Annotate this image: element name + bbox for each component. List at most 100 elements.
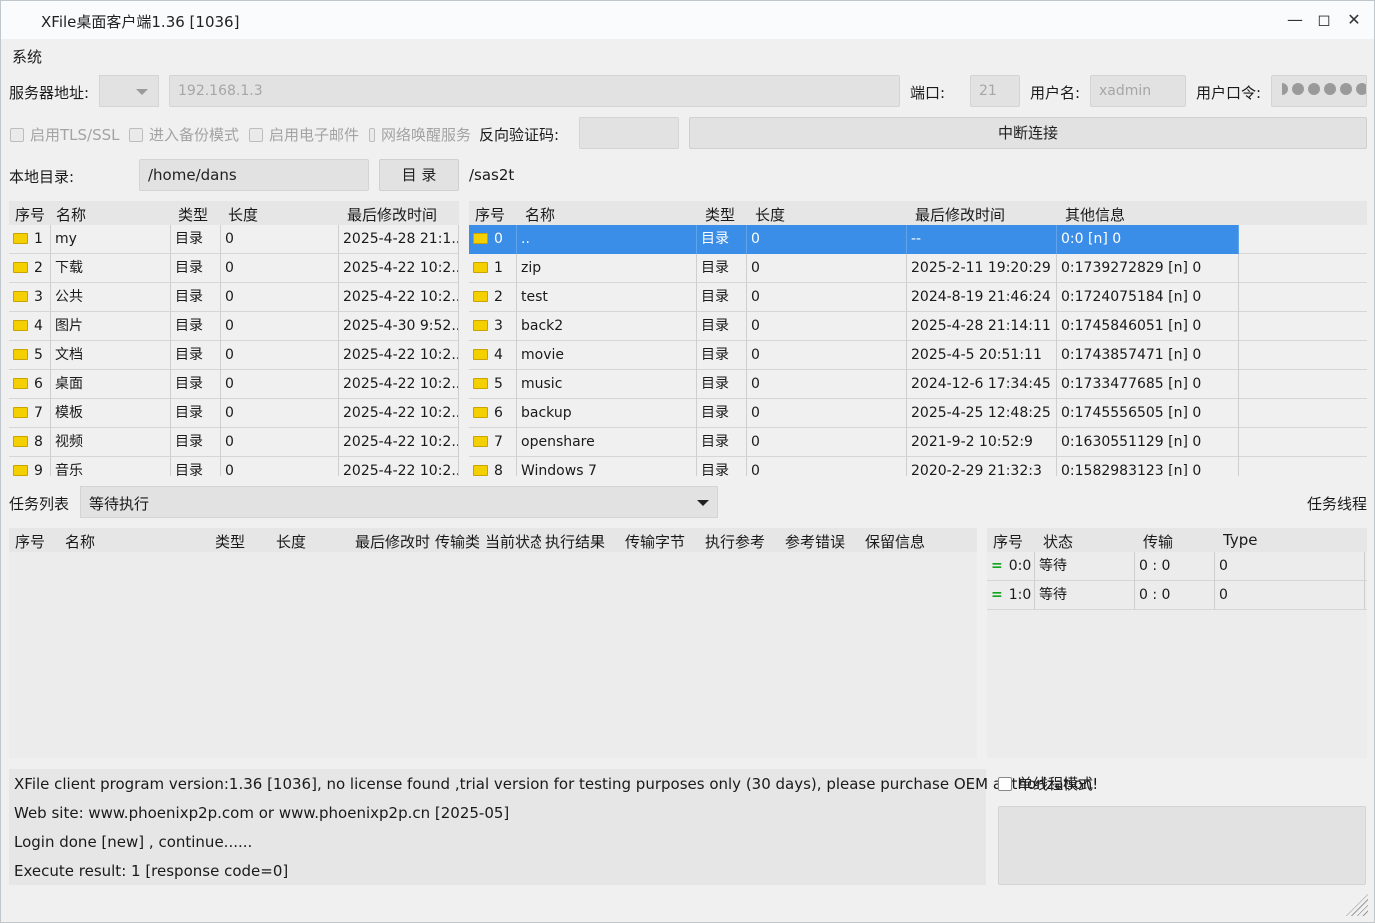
single-thread-checkbox[interactable]: 单线程模式 [998, 773, 1093, 794]
username-input[interactable]: xadmin [1090, 75, 1186, 107]
column-header[interactable]: 类型 [178, 204, 208, 225]
local-file-row[interactable]: 4 图片 目录 0 2025-4-30 9:52... [9, 312, 459, 341]
column-header[interactable]: 当前状态 [485, 531, 541, 552]
notes-textarea[interactable] [998, 806, 1366, 885]
checkbox-box [998, 776, 1012, 791]
port-input[interactable]: 21 [970, 75, 1020, 107]
cell-text: 0 [225, 260, 234, 276]
column-header[interactable]: 传输字节 [625, 531, 685, 552]
remote-file-row[interactable]: 5 music 目录 0 2024-12-6 17:34:45 0:1733477685 … [469, 370, 1367, 399]
cell-text: 0 [225, 289, 234, 305]
table-cell: 4 [469, 341, 517, 370]
local-dir-input[interactable]: /home/dans [139, 159, 369, 191]
table-cell: = 0:0 [987, 552, 1035, 581]
column-header[interactable]: 长度 [276, 531, 306, 552]
column-header[interactable]: 参考错误 [785, 531, 845, 552]
cell-text: 2025-4-22 10:2... [343, 405, 459, 421]
thread-row[interactable]: = 1:0 等待 0 : 0 0 [987, 581, 1367, 610]
resize-grip-icon[interactable] [1346, 894, 1368, 916]
threads-table[interactable]: 序号 状态 传输 Type = 0:0 等待 0 : 0 0 = 1:0 等待 0 : 0 0 [987, 528, 1367, 758]
tls-checkbox[interactable]: 启用TLS/SSL [10, 124, 120, 145]
local-file-row[interactable]: 7 模板 目录 0 2025-4-22 10:2... [9, 399, 459, 428]
directory-button[interactable]: 目 录 [379, 159, 459, 191]
local-file-row[interactable]: 3 公共 目录 0 2025-4-22 10:2... [9, 283, 459, 312]
remote-file-row[interactable]: 2 test 目录 0 2024-8-19 21:46:24 0:1724075184 [… [469, 283, 1367, 312]
remote-file-row[interactable]: 0.. 目录 0 -- 0:0 [n] 0 [469, 225, 1367, 254]
cell-text: test [521, 289, 548, 305]
column-header[interactable]: 保留信息 [865, 531, 925, 552]
remote-file-row[interactable]: 4 movie 目录 0 2025-4-5 20:51:11 0:1743857471 [… [469, 341, 1367, 370]
column-header[interactable]: 长度 [755, 204, 785, 225]
remote-file-table[interactable]: 序号 名称 类型 长度 最后修改时间 其他信息 0.. 目录 0 -- 0:0 [n] … [469, 201, 1367, 476]
wake-on-lan-checkbox[interactable]: 网络唤醒服务 [369, 124, 471, 145]
local-file-row[interactable]: 5 文档 目录 0 2025-4-22 10:2... [9, 341, 459, 370]
column-header[interactable]: 序号 [993, 531, 1023, 552]
table-cell: 0 [221, 254, 339, 283]
local-file-row[interactable]: 6 桌面 目录 0 2025-4-22 10:2... [9, 370, 459, 399]
disconnect-button[interactable]: 中断连接 [689, 117, 1367, 149]
checkbox-box [249, 127, 263, 142]
column-header[interactable]: Type [1223, 531, 1257, 549]
local-file-row[interactable]: 8 视频 目录 0 2025-4-22 10:2... [9, 428, 459, 457]
column-header[interactable]: 名称 [56, 204, 86, 225]
cell-text: 3 [34, 289, 43, 305]
column-header[interactable]: 传输类 [435, 531, 483, 552]
cell-text: 0 [751, 347, 760, 363]
column-header[interactable]: 类型 [215, 531, 245, 552]
server-address-input[interactable]: 192.168.1.3 [169, 75, 900, 107]
table-cell: music [517, 370, 697, 399]
table-cell: 2025-4-22 10:2... [339, 457, 459, 476]
column-header[interactable]: 序号 [475, 204, 505, 225]
column-header[interactable]: 最后修改时间 [915, 204, 1005, 225]
menu-system[interactable]: 系统 [12, 46, 42, 67]
backup-mode-checkbox[interactable]: 进入备份模式 [129, 124, 239, 145]
local-file-row[interactable]: 9 音乐 目录 0 2025-4-22 10:2... [9, 457, 459, 476]
local-file-table[interactable]: 序号 名称 类型 长度 最后修改时间 1 my 目录 0 2025-4-28 21:1.… [9, 201, 459, 476]
email-checkbox[interactable]: 启用电子邮件 [249, 124, 359, 145]
column-header[interactable]: 长度 [228, 204, 258, 225]
checkbox-box [369, 127, 375, 142]
password-input[interactable] [1271, 75, 1367, 107]
remote-file-row[interactable]: 8 Windows 7 目录 0 2020-2-29 21:32:3 0:15829831… [469, 457, 1367, 476]
table-cell: 0 [221, 283, 339, 312]
column-header[interactable]: 状态 [1043, 531, 1073, 552]
cell-text: 0:1733477685 [n] 0 [1061, 376, 1202, 392]
task-filter-dropdown[interactable]: 等待执行 [80, 486, 718, 518]
column-header[interactable]: 执行结果 [545, 531, 605, 552]
column-header[interactable]: 序号 [15, 531, 45, 552]
reverse-code-input[interactable] [579, 117, 679, 149]
column-header[interactable]: 名称 [525, 204, 555, 225]
column-header[interactable]: 类型 [705, 204, 735, 225]
column-header[interactable]: 其他信息 [1065, 204, 1125, 225]
minimize-icon[interactable]: — [1284, 9, 1306, 31]
menu-bar: 系统 [1, 41, 1374, 69]
remote-file-row[interactable]: 6 backup 目录 0 2025-4-25 12:48:25 0:1745556505… [469, 399, 1367, 428]
maximize-icon[interactable]: ◻ [1313, 9, 1335, 31]
table-cell: 模板 [51, 399, 171, 428]
remote-file-row[interactable]: 1 zip 目录 0 2025-2-11 19:20:29 0:1739272829 [n… [469, 254, 1367, 283]
column-header[interactable]: 序号 [15, 204, 45, 225]
table-cell: 0 : 0 [1135, 552, 1215, 581]
column-header[interactable]: 名称 [65, 531, 95, 552]
table-cell: 0 [747, 457, 907, 476]
remote-file-row[interactable]: 3 back2 目录 0 2025-4-28 21:14:11 0:1745846051 … [469, 312, 1367, 341]
folder-icon [473, 407, 488, 418]
task-table[interactable]: 序号 名称 类型 长度 最后修改时 传输类 当前状态 执行结果 传输字节 执行参… [9, 528, 977, 758]
folder-icon [13, 233, 28, 244]
close-icon[interactable]: ✕ [1343, 9, 1365, 31]
remote-file-row[interactable]: 7 openshare 目录 0 2021-9-2 10:52:9 0:163055112… [469, 428, 1367, 457]
local-file-row[interactable]: 1 my 目录 0 2025-4-28 21:1... [9, 225, 459, 254]
column-header[interactable]: 最后修改时 [355, 531, 431, 552]
column-header[interactable]: 最后修改时间 [347, 204, 437, 225]
server-history-dropdown[interactable] [99, 75, 159, 107]
table-cell: 0 [747, 370, 907, 399]
column-header[interactable]: 传输 [1143, 531, 1173, 552]
table-cell: 2025-4-22 10:2... [339, 254, 459, 283]
local-file-row[interactable]: 2 下载 目录 0 2025-4-22 10:2... [9, 254, 459, 283]
table-cell: 目录 [171, 399, 221, 428]
thread-row[interactable]: = 0:0 等待 0 : 0 0 [987, 552, 1367, 581]
column-header[interactable]: 执行参考 [705, 531, 765, 552]
cell-text: 2025-4-30 9:52... [343, 318, 459, 334]
cell-text: 目录 [701, 347, 729, 363]
cell-text: 0 [225, 405, 234, 421]
